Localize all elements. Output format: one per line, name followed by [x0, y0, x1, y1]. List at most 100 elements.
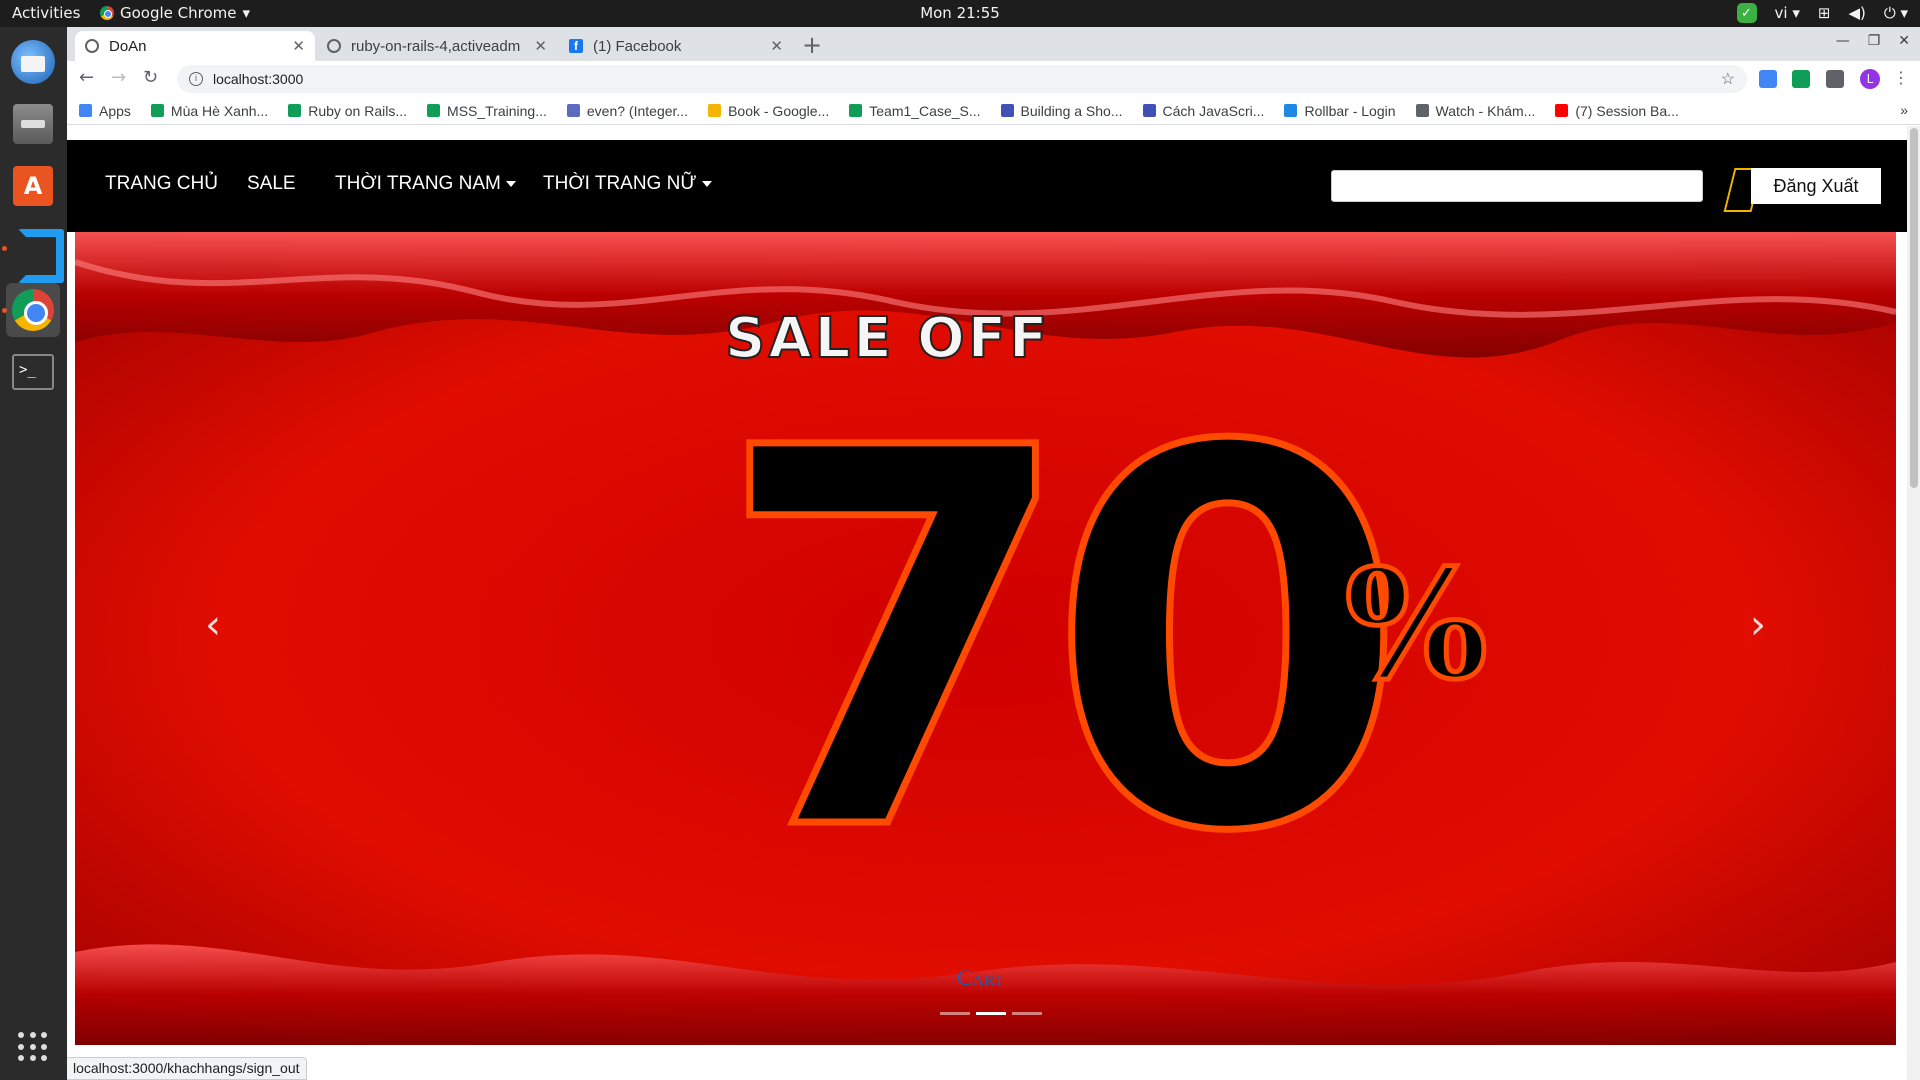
bookmark-label: Apps [99, 102, 131, 119]
bookmark-icon [79, 104, 92, 117]
banner-discount-number: 70 [715, 339, 1388, 945]
carousel-indicators [940, 1012, 1042, 1015]
dock-vscode[interactable] [6, 221, 64, 283]
nav-men-dropdown[interactable]: THỜI TRANG NAM [335, 173, 516, 195]
bookmark-label: Ruby on Rails... [308, 102, 408, 119]
dock-software[interactable]: A [6, 159, 60, 213]
search-input[interactable] [1331, 170, 1703, 202]
files-icon [13, 104, 53, 144]
chrome-icon [100, 6, 114, 20]
carousel-indicator[interactable] [976, 1012, 1006, 1015]
carousel-next-icon[interactable]: › [1750, 602, 1766, 648]
bookmark-label: even? (Integer... [586, 102, 689, 119]
bookmark-label: Book - Google... [728, 102, 830, 119]
bookmark-icon [1555, 104, 1569, 117]
address-bar[interactable]: i localhost:3000 ☆ [177, 65, 1747, 93]
running-indicator [2, 246, 7, 251]
window-controls: — ❐ ✕ [1836, 33, 1910, 49]
forward-button[interactable]: → [111, 67, 126, 88]
nav-women-label: THỜI TRANG NỮ [543, 173, 697, 194]
language-indicator[interactable]: vi ▾ [1775, 4, 1800, 22]
bookmark-label: Cách JavaScri... [1162, 102, 1265, 119]
bookmark-item[interactable]: Cách JavaScri... [1142, 102, 1265, 119]
nav-home[interactable]: TRANG CHỦ [105, 173, 218, 195]
system-tray: ✓ vi ▾ ⊞ ◀) ⏻ ▾ [1736, 3, 1908, 23]
carousel-indicator[interactable] [1012, 1012, 1042, 1015]
new-tab-button[interactable]: + [802, 31, 822, 59]
show-applications-icon[interactable] [18, 1032, 48, 1062]
bookmark-item[interactable]: Building a Sho... [1000, 103, 1123, 119]
bookmark-item[interactable]: even? (Integer... [566, 102, 689, 119]
cast-extension-icon[interactable] [1792, 70, 1810, 88]
bookmark-label: (7) Session Ba... [1575, 102, 1679, 119]
tab-title: ruby-on-rails-4,activeadm [351, 37, 521, 55]
scrollbar-thumb[interactable] [1910, 128, 1918, 488]
running-indicator [2, 308, 7, 313]
bookmark-item[interactable]: Mùa Hè Xanh... [150, 103, 268, 119]
language-label: vi [1774, 4, 1788, 22]
facebook-icon: f [569, 39, 583, 53]
carousel-indicator[interactable] [940, 1012, 970, 1015]
extensions-puzzle-icon[interactable] [1826, 70, 1844, 88]
menu-kebab-icon[interactable]: ⋮ [1893, 68, 1909, 87]
close-icon[interactable]: ✕ [770, 37, 783, 55]
bookmark-label: MSS_Training... [447, 102, 547, 119]
tab-facebook[interactable]: f (1) Facebook ✕ [559, 31, 793, 61]
site-navbar: TRANG CHỦ SALE THỜI TRANG NAM THỜI TRANG… [67, 140, 1907, 232]
bookmark-star-icon[interactable]: ☆ [1721, 69, 1735, 89]
bookmark-item[interactable]: Watch - Khám... [1415, 103, 1535, 119]
bookmark-item[interactable]: Apps [79, 103, 131, 119]
tab-doan[interactable]: DoAn ✕ [75, 31, 315, 61]
system-top-bar: Activities Google Chrome ▾ Mon 21:55 ✓ v… [0, 0, 1920, 27]
back-button[interactable]: ← [79, 67, 94, 88]
bookmark-item[interactable]: Rollbar - Login [1284, 103, 1396, 119]
bookmark-icon [150, 104, 164, 117]
power-icon[interactable]: ⏻ ▾ [1884, 4, 1908, 22]
logout-button[interactable]: Đăng Xuất [1751, 168, 1881, 204]
close-icon[interactable]: ✕ [534, 37, 547, 55]
banner-percent: % [1345, 537, 1488, 713]
app-menu[interactable]: Google Chrome ▾ [100, 4, 250, 22]
tab-strip: DoAn ✕ ruby-on-rails-4,activeadm ✕ f (1)… [67, 27, 1920, 61]
bookmarks-bar: Apps Mùa Hè Xanh... Ruby on Rails... MSS_Tr… [67, 97, 1920, 125]
profile-avatar[interactable]: L [1860, 69, 1880, 89]
bookmark-item[interactable]: Book - Google... [708, 103, 829, 119]
browser-window: DoAn ✕ ruby-on-rails-4,activeadm ✕ f (1)… [67, 27, 1920, 1080]
scrollbar[interactable] [1907, 126, 1920, 1080]
bookmark-icon [1415, 104, 1429, 117]
volume-icon[interactable]: ◀) [1848, 4, 1865, 22]
dock-chrome[interactable] [6, 283, 60, 337]
nav-men-label: THỜI TRANG NAM [335, 173, 501, 194]
translate-extension-icon[interactable] [1759, 70, 1777, 88]
bookmark-item[interactable]: Team1_Case_S... [849, 103, 981, 119]
bookmark-icon [427, 104, 441, 117]
maximize-icon[interactable]: ❐ [1868, 33, 1881, 49]
close-icon[interactable]: ✕ [292, 37, 305, 55]
caret-down-icon [701, 180, 712, 187]
nav-women-dropdown[interactable]: THỜI TRANG NỮ [543, 173, 712, 195]
minimize-icon[interactable]: — [1836, 33, 1850, 49]
terminal-icon: >_ [12, 354, 54, 390]
reload-button[interactable]: ↻ [143, 67, 158, 88]
bookmark-item[interactable]: (7) Session Ba... [1555, 103, 1679, 119]
nav-sale[interactable]: SALE [247, 173, 296, 195]
web-page: TRANG CHỦ SALE THỜI TRANG NAM THỜI TRANG… [67, 126, 1920, 1080]
more-bookmarks-icon[interactable]: » [1900, 102, 1908, 118]
tab-title: DoAn [109, 37, 147, 55]
dock-files[interactable] [6, 97, 60, 151]
app-menu-label: Google Chrome [120, 4, 237, 22]
close-window-icon[interactable]: ✕ [1898, 33, 1910, 49]
network-icon[interactable]: ⊞ [1818, 4, 1831, 22]
tab-ruby[interactable]: ruby-on-rails-4,activeadm ✕ [317, 31, 557, 61]
update-check-icon[interactable]: ✓ [1736, 3, 1757, 23]
bookmark-icon [566, 104, 580, 117]
dock-thunderbird[interactable] [6, 35, 60, 89]
link-status-bar: localhost:3000/khachhangs/sign_out [67, 1057, 307, 1080]
carousel-prev-icon[interactable]: ‹ [205, 602, 221, 648]
bookmark-item[interactable]: Ruby on Rails... [288, 103, 407, 119]
activities-button[interactable]: Activities [12, 4, 80, 22]
info-icon[interactable]: i [189, 72, 203, 86]
bookmark-item[interactable]: MSS_Training... [427, 103, 547, 119]
vscode-icon [12, 227, 64, 283]
dock-terminal[interactable]: >_ [6, 345, 60, 399]
